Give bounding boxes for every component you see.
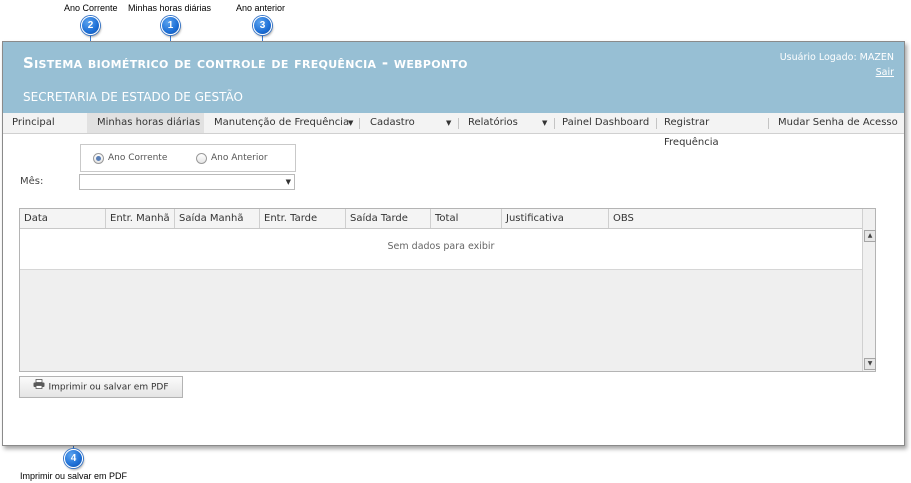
app-window: Sistema biométrico de controle de frequê… bbox=[2, 41, 905, 446]
grid-column-header[interactable]: Entr. Manhã bbox=[106, 209, 175, 228]
menu-item-principal[interactable]: Principal bbox=[3, 113, 85, 133]
callout-badge-1: 1 bbox=[161, 16, 180, 35]
radio-ano-anterior[interactable] bbox=[196, 153, 207, 164]
menu-separator bbox=[359, 118, 360, 129]
scroll-down-icon[interactable]: ▼ bbox=[864, 358, 876, 370]
callout-label-3: Ano anterior bbox=[236, 3, 286, 13]
menu-item-mudar-senha-de-acesso[interactable]: Mudar Senha de Acesso bbox=[770, 113, 903, 133]
app-title: Sistema biométrico de controle de frequê… bbox=[23, 54, 468, 72]
callout-label-2: Ano Corrente bbox=[64, 3, 118, 13]
menu-item-label: Cadastro bbox=[370, 117, 415, 128]
menu-separator bbox=[768, 118, 769, 129]
menu-separator bbox=[554, 118, 555, 129]
grid-column-header[interactable]: Saída Manhã bbox=[175, 209, 260, 228]
menu-item-label: Registrar Frequência bbox=[664, 117, 719, 148]
printer-icon bbox=[33, 377, 45, 397]
app-subtitle: SECRETARIA DE ESTADO DE GESTÃO bbox=[23, 90, 243, 104]
hours-grid: Data Entr. Manhã Saída Manhã Entr. Tarde… bbox=[19, 208, 876, 372]
logout-link[interactable]: Sair bbox=[876, 67, 894, 78]
menu-item-label: Minhas horas diárias bbox=[97, 117, 201, 128]
chevron-down-icon: ▼ bbox=[446, 119, 452, 127]
radio-ano-corrente-label[interactable]: Ano Corrente bbox=[108, 153, 167, 163]
menu-separator bbox=[656, 118, 657, 129]
grid-column-header[interactable]: Entr. Tarde bbox=[260, 209, 346, 228]
month-select[interactable]: ▼ bbox=[79, 174, 295, 190]
radio-ano-anterior-label[interactable]: Ano Anterior bbox=[211, 153, 268, 163]
chevron-down-icon: ▼ bbox=[285, 178, 291, 186]
grid-header: Data Entr. Manhã Saída Manhã Entr. Tarde… bbox=[20, 209, 862, 229]
chevron-down-icon: ▼ bbox=[348, 119, 354, 127]
logged-user-label: Usuário Logado: MAZEN bbox=[779, 52, 894, 63]
callout-badge-3: 3 bbox=[253, 16, 272, 35]
app-header: Sistema biométrico de controle de frequê… bbox=[3, 42, 904, 113]
menu-item-label: Manutenção de Frequência bbox=[214, 117, 350, 128]
menu-item-manutencao-de-frequencia[interactable]: Manutenção de Frequência ▼ bbox=[206, 113, 357, 133]
grid-empty-text: Sem dados para exibir bbox=[387, 241, 495, 252]
callout-label-4: Imprimir ou salvar em PDF bbox=[20, 471, 128, 481]
menu-item-cadastro[interactable]: Cadastro ▼ bbox=[361, 113, 456, 133]
print-pdf-button-label: Imprimir ou salvar em PDF bbox=[48, 382, 169, 393]
menu-item-painel-dashboard[interactable]: Painel Dashboard bbox=[556, 113, 654, 133]
callout-badge-2: 2 bbox=[81, 16, 100, 35]
chevron-down-icon: ▼ bbox=[542, 119, 548, 127]
print-pdf-button[interactable]: Imprimir ou salvar em PDF bbox=[19, 376, 183, 398]
menu-item-label: Relatórios bbox=[468, 117, 518, 128]
callout-label-1: Minhas horas diárias bbox=[128, 3, 212, 13]
grid-column-header[interactable]: Data bbox=[20, 209, 106, 228]
grid-column-header[interactable]: Total bbox=[431, 209, 502, 228]
callout-badge-4: 4 bbox=[64, 449, 83, 468]
scroll-up-icon[interactable]: ▲ bbox=[864, 230, 876, 242]
menu-item-label: Painel Dashboard bbox=[562, 117, 650, 128]
grid-column-header[interactable]: Saída Tarde bbox=[346, 209, 431, 228]
menu-item-minhas-horas-diarias[interactable]: Minhas horas diárias bbox=[87, 113, 204, 133]
month-label: Mês: bbox=[20, 176, 44, 187]
year-radio-group: Ano Corrente Ano Anterior bbox=[80, 144, 296, 172]
grid-scrollbar[interactable]: ▲ ▼ bbox=[862, 209, 876, 371]
grid-column-header[interactable]: OBS bbox=[609, 209, 862, 228]
menu-item-relatorios[interactable]: Relatórios ▼ bbox=[460, 113, 552, 133]
main-menu: Principal Minhas horas diárias Manutençã… bbox=[3, 113, 904, 148]
grid-empty-row: Sem dados para exibir bbox=[20, 229, 862, 270]
menu-separator bbox=[458, 118, 459, 129]
grid-column-header[interactable]: Justificativa bbox=[502, 209, 609, 228]
menu-item-registrar-frequencia[interactable]: Registrar Frequência bbox=[658, 113, 766, 148]
radio-ano-corrente[interactable] bbox=[93, 153, 104, 164]
menu-item-label: Mudar Senha de Acesso bbox=[778, 117, 898, 128]
menu-item-label: Principal bbox=[12, 117, 55, 128]
